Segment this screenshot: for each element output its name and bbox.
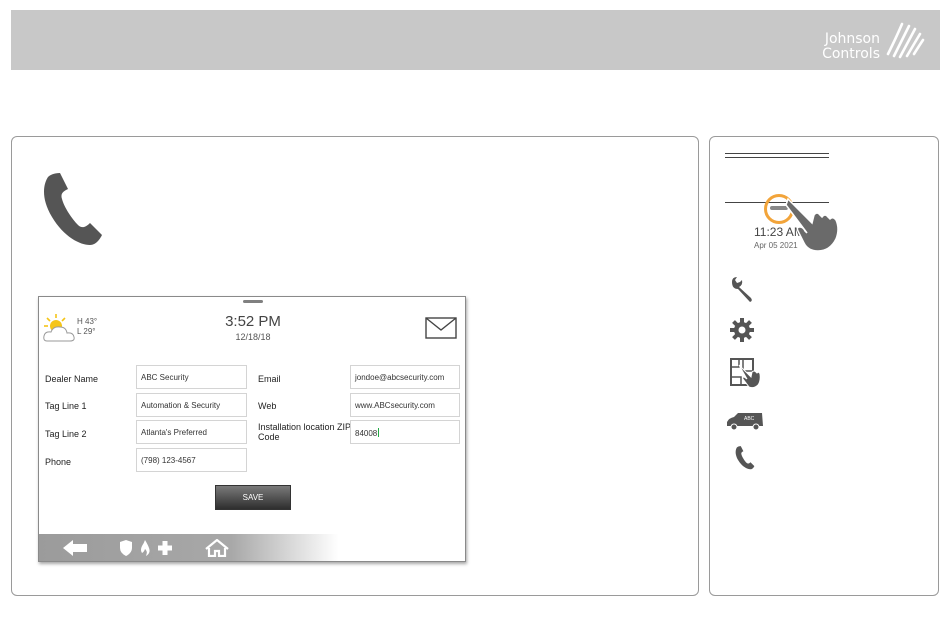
side-panel: 11:23 AM Apr 05 2021 ABC	[709, 136, 939, 596]
header-banner: Johnson Controls	[11, 10, 940, 70]
tag-line-2-label: Tag Line 2	[45, 429, 87, 439]
mail-icon[interactable]	[425, 317, 457, 339]
dealer-van-label: ABC	[744, 416, 755, 422]
web-field[interactable]: www.ABCsecurity.com	[350, 393, 460, 417]
flame-icon[interactable]	[138, 539, 152, 557]
johnson-controls-logo: Johnson Controls	[814, 18, 926, 64]
divider-line	[725, 153, 829, 154]
bottom-nav-bar	[39, 534, 465, 561]
zip-label: Installation location ZIP Code	[258, 422, 351, 442]
dealer-name-label: Dealer Name	[45, 374, 99, 384]
logo-mark-icon	[886, 22, 925, 59]
logo-line-2: Controls	[822, 46, 880, 62]
save-button[interactable]: SAVE	[215, 485, 291, 510]
floorplan-touch-icon[interactable]	[729, 357, 761, 389]
tag-line-2-field[interactable]: Atlanta's Preferred	[136, 420, 247, 444]
zip-field[interactable]: 84008	[350, 420, 460, 444]
phone-icon[interactable]	[735, 445, 755, 471]
pull-down-tab[interactable]	[243, 300, 263, 303]
divider-line	[725, 157, 829, 158]
gear-icon[interactable]	[729, 317, 755, 343]
logo-text: Johnson Controls	[810, 32, 880, 62]
home-icon[interactable]	[205, 539, 229, 557]
email-label: Email	[258, 374, 281, 384]
phone-label: Phone	[45, 457, 72, 467]
phone-icon	[44, 173, 102, 245]
dealer-van-icon[interactable]: ABC	[726, 411, 764, 431]
clock-date: 12/18/18	[235, 332, 271, 342]
zip-value: 84008	[355, 429, 378, 438]
shield-icon[interactable]	[119, 539, 133, 557]
web-label: Web	[258, 401, 277, 411]
pointing-hand-icon	[786, 197, 839, 252]
dealer-name-field[interactable]: ABC Security	[136, 365, 247, 389]
tag-line-1-label: Tag Line 1	[45, 401, 87, 411]
clock-time: 3:52 PM	[225, 313, 281, 330]
email-field[interactable]: jondoe@abcsecurity.com	[350, 365, 460, 389]
plus-icon[interactable]	[157, 539, 173, 557]
text-cursor	[378, 428, 380, 437]
logo-line-1: Johnson	[824, 31, 880, 47]
wrench-icon[interactable]	[729, 277, 757, 303]
main-panel: H 43° L 29° 3:52 PM 12/18/18 Dealer Name…	[11, 136, 699, 596]
device-screen: H 43° L 29° 3:52 PM 12/18/18 Dealer Name…	[38, 296, 466, 562]
tag-line-1-field[interactable]: Automation & Security	[136, 393, 247, 417]
back-arrow-icon[interactable]	[63, 539, 87, 557]
phone-field[interactable]: (798) 123-4567	[136, 448, 247, 472]
